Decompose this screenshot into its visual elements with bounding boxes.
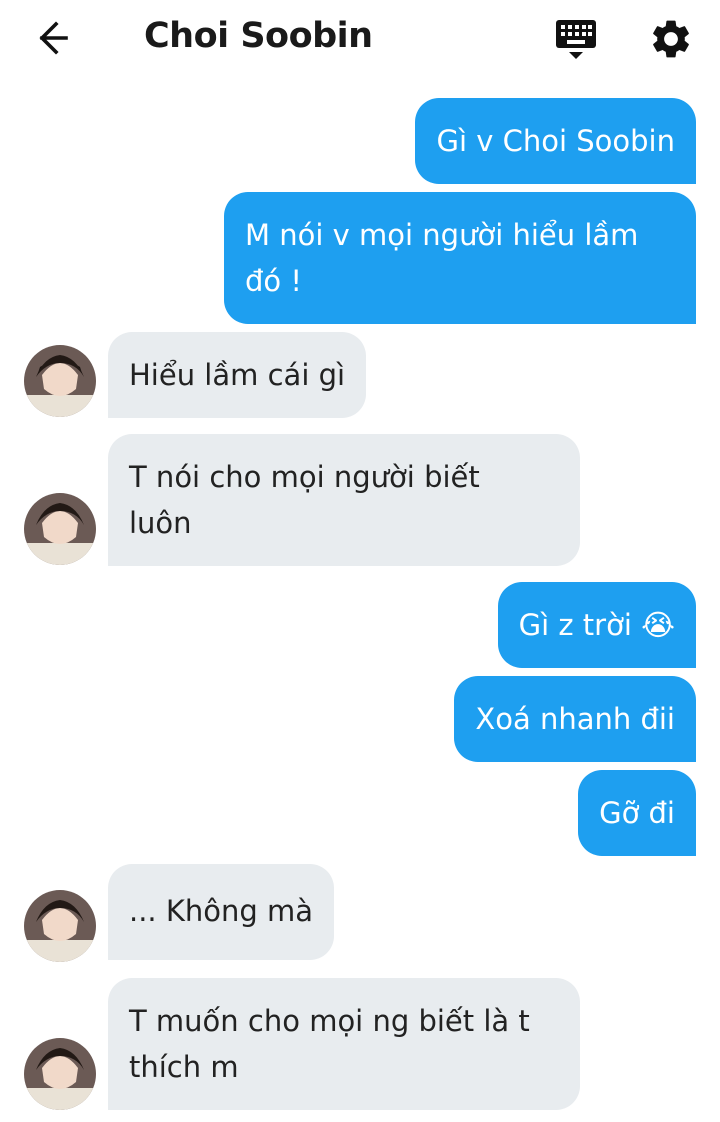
- sent-message[interactable]: Gỡ đi: [578, 770, 696, 856]
- sent-message[interactable]: Gì z trời 😭: [497, 582, 696, 668]
- keyboard-button[interactable]: [552, 16, 600, 62]
- contact-name: Choi Soobin: [144, 16, 373, 56]
- received-message[interactable]: T nói cho mọi người biết luôn: [108, 434, 580, 566]
- avatar[interactable]: [24, 345, 96, 417]
- gear-icon: [653, 20, 689, 58]
- sent-message[interactable]: Gì v Choi Soobin: [415, 98, 696, 184]
- sent-message[interactable]: M nói v mọi người hiểu lầm đó !: [224, 192, 696, 324]
- settings-button[interactable]: [648, 16, 694, 62]
- avatar[interactable]: [24, 493, 96, 565]
- arrow-left-icon: [39, 21, 68, 55]
- chat-header: Choi Soobin: [0, 0, 720, 80]
- back-button[interactable]: [34, 18, 78, 58]
- sent-message[interactable]: Xoá nhanh đii: [454, 676, 696, 762]
- avatar[interactable]: [24, 890, 96, 962]
- received-message[interactable]: Hiểu lầm cái gì: [108, 332, 367, 418]
- received-message[interactable]: T muốn cho mọi ng biết là t thích m: [108, 978, 580, 1110]
- keyboard-icon: [556, 20, 596, 59]
- received-message[interactable]: ... Không mà: [108, 864, 335, 960]
- avatar[interactable]: [24, 1038, 96, 1110]
